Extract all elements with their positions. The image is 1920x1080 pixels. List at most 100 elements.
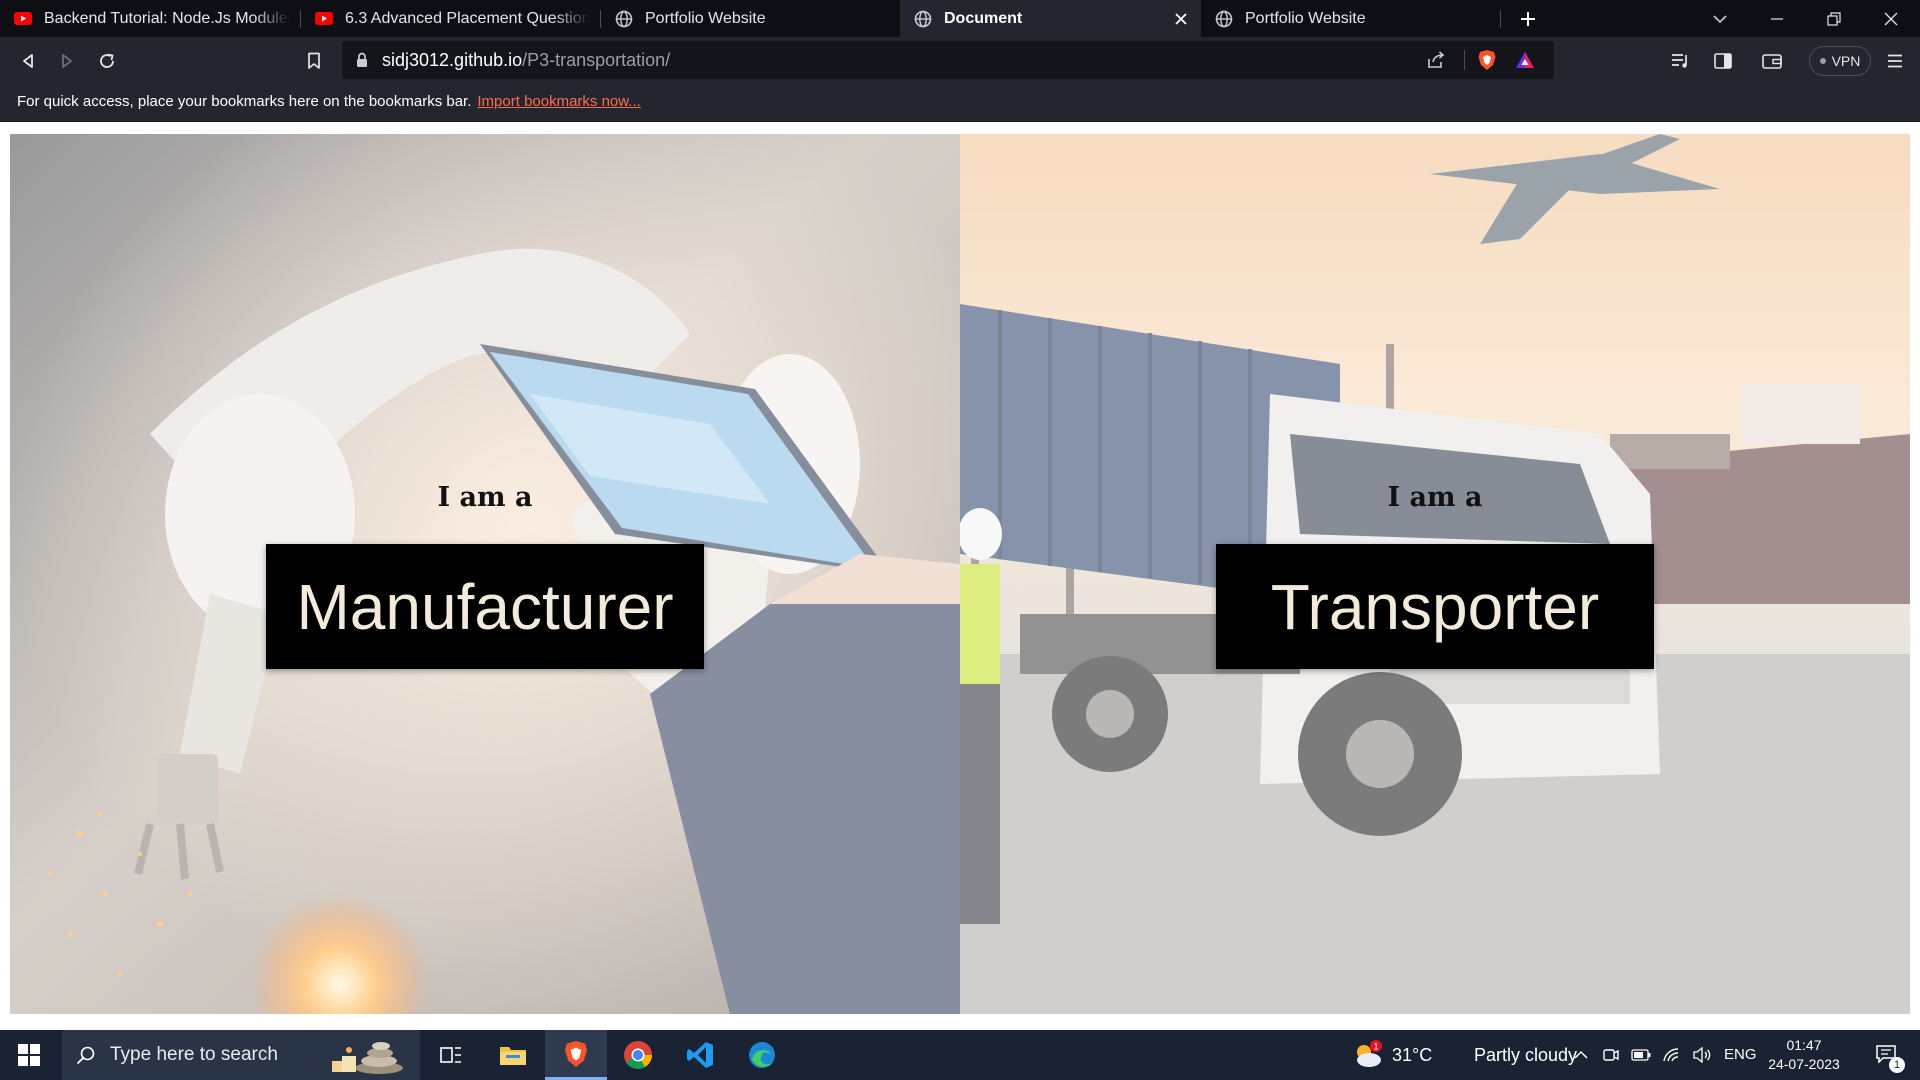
screen: Backend Tutorial: Node.Js Modules wi 6.3… [0, 0, 1920, 1080]
clock-time: 01:47 [1786, 1037, 1822, 1053]
bookmark-icon [308, 52, 320, 69]
back-arrow-icon [23, 54, 33, 68]
tab-document[interactable]: Document [900, 0, 1201, 37]
close-window-button[interactable] [1868, 0, 1914, 37]
vpn-label: VPN [1831, 53, 1861, 69]
volume-button[interactable] [1688, 1030, 1716, 1080]
meet-now-button[interactable] [1598, 1030, 1624, 1080]
menu-button[interactable] [1879, 45, 1911, 77]
tab-portfolio-website[interactable]: Portfolio Website [601, 0, 900, 37]
brave-taskbar-button[interactable] [545, 1030, 607, 1080]
youtube-icon [315, 10, 333, 28]
address-bar[interactable]: sidj3012.github.io/P3-transportation/ [342, 41, 1554, 79]
vscode-icon [687, 1042, 713, 1068]
system-clock[interactable]: 01:47 24-07-2023 [1758, 1036, 1850, 1074]
search-icon [76, 1045, 96, 1065]
page-viewport: I am a Manufacturer I am a Transporter [0, 122, 1920, 1030]
folder-icon [500, 1047, 526, 1065]
bookmarks-bar: For quick access, place your bookmarks h… [0, 84, 1920, 122]
manufacturer-panel: I am a Manufacturer [10, 134, 960, 1014]
battery-button[interactable] [1627, 1030, 1655, 1080]
share-icon[interactable] [1426, 50, 1446, 75]
battery-icon [1631, 1049, 1651, 1061]
edge-icon [749, 1042, 775, 1068]
globe-icon [914, 10, 932, 28]
url-text: sidj3012.github.io/P3-transportation/ [382, 41, 670, 79]
network-button[interactable] [1658, 1030, 1686, 1080]
reload-icon [100, 53, 114, 68]
bookmarks-hint: For quick access, place your bookmarks h… [17, 93, 472, 110]
tab-separator [1500, 10, 1501, 28]
youtube-icon [14, 10, 32, 28]
restore-button[interactable] [1812, 0, 1856, 37]
brave-rewards-icon[interactable] [1515, 51, 1535, 74]
close-icon [1884, 12, 1898, 25]
bookmark-button[interactable] [298, 45, 330, 77]
weather-temperature[interactable]: 31°C [1392, 1030, 1432, 1080]
playlist-button[interactable] [1665, 45, 1697, 77]
restore-icon [1827, 11, 1841, 26]
reload-button[interactable] [91, 45, 123, 77]
wifi-icon [1663, 1048, 1679, 1062]
globe-icon [1215, 10, 1233, 28]
weather-icon[interactable]: 1 [1352, 1040, 1384, 1075]
close-tab-icon[interactable] [1171, 9, 1191, 29]
tab-portfolio-website-2[interactable]: Portfolio Website [1201, 0, 1500, 37]
chrome-taskbar-button[interactable] [612, 1030, 664, 1080]
start-button[interactable] [0, 1030, 58, 1080]
search-highlight-icon [324, 1034, 404, 1080]
manufacturer-button[interactable]: Manufacturer [266, 544, 704, 669]
bookmarks-message: For quick access, place your bookmarks h… [17, 84, 641, 120]
chrome-icon [624, 1041, 652, 1069]
forward-button[interactable] [51, 45, 83, 77]
chevron-down-icon [1713, 14, 1727, 23]
input-language[interactable]: ENG [1724, 1030, 1757, 1080]
search-placeholder: Type here to search [110, 1044, 278, 1065]
url-path: /P3-transportation/ [522, 50, 671, 70]
video-icon [1603, 1049, 1619, 1061]
import-bookmarks-link[interactable]: Import bookmarks now... [477, 93, 640, 110]
task-view-icon [440, 1047, 461, 1063]
vscode-taskbar-button[interactable] [674, 1030, 726, 1080]
transporter-prefix: I am a [1387, 482, 1483, 513]
lock-icon [356, 52, 368, 73]
notification-center-button[interactable]: 1 [1862, 1030, 1912, 1080]
sidebar-icon [1714, 53, 1732, 69]
tab-advanced-placement[interactable]: 6.3 Advanced Placement Questions on [301, 0, 600, 37]
minimize-button[interactable] [1755, 0, 1799, 37]
forward-arrow-icon [62, 54, 72, 68]
vpn-status-dot [1819, 58, 1826, 64]
back-button[interactable] [12, 45, 44, 77]
weather-description[interactable]: Partly cloudy [1474, 1030, 1577, 1080]
tab-search-button[interactable] [1700, 0, 1740, 37]
minimize-icon [1771, 17, 1783, 20]
clock-date: 24-07-2023 [1768, 1056, 1840, 1072]
transporter-button[interactable]: Transporter [1216, 544, 1654, 669]
wallet-button[interactable] [1756, 45, 1788, 77]
transporter-panel: I am a Transporter [960, 134, 1910, 1014]
hamburger-menu-icon [1888, 54, 1902, 68]
taskbar-search-box[interactable]: Type here to search [62, 1030, 420, 1080]
tab-title: Portfolio Website [645, 9, 766, 27]
task-view-button[interactable] [428, 1030, 474, 1080]
manufacturer-prefix: I am a [437, 482, 533, 513]
file-explorer-button[interactable] [488, 1030, 538, 1080]
url-host: sidj3012.github.io [382, 50, 523, 70]
svg-text:1: 1 [1373, 1042, 1378, 1052]
chevron-up-icon [1574, 1050, 1588, 1059]
windows-taskbar: Type here to search 1 31°C Partly cloudy [0, 1030, 1920, 1080]
globe-icon [615, 10, 633, 28]
vpn-button[interactable]: VPN [1809, 46, 1871, 76]
wallet-icon [1762, 54, 1782, 69]
plus-icon [1521, 11, 1535, 26]
edge-taskbar-button[interactable] [736, 1030, 788, 1080]
sidebar-button[interactable] [1707, 45, 1739, 77]
tab-backend-tutorial[interactable]: Backend Tutorial: Node.Js Modules wi [0, 0, 300, 37]
show-hidden-icons-button[interactable] [1568, 1030, 1594, 1080]
tab-title: Backend Tutorial: Node.Js Modules wi [44, 9, 290, 27]
brave-shields-icon[interactable] [1477, 49, 1497, 76]
windows-logo-icon [18, 1044, 40, 1066]
brave-browser-icon [564, 1040, 588, 1067]
new-tab-button[interactable] [1510, 0, 1546, 37]
tab-title: 6.3 Advanced Placement Questions on [345, 9, 590, 27]
